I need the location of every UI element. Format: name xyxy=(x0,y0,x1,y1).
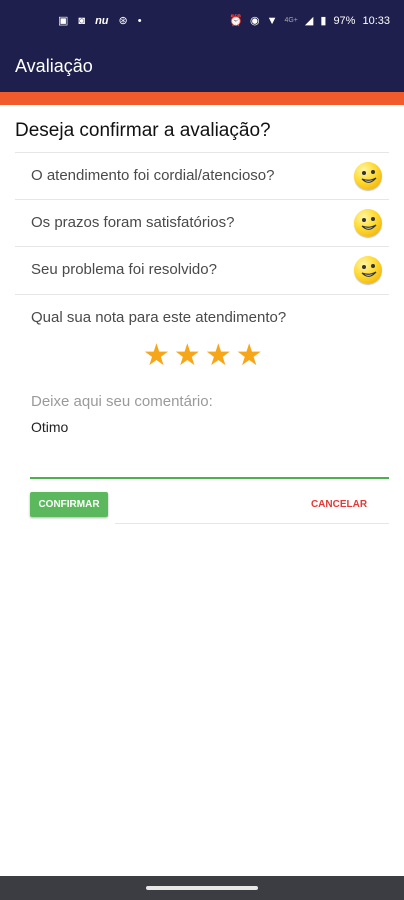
cast-icon: ⊛ xyxy=(118,15,128,27)
navigation-bar xyxy=(0,876,404,900)
signal-icon: ◢ xyxy=(304,15,314,27)
app-notification-icon: ▣ xyxy=(58,15,69,27)
rating-question: Qual sua nota para este atendimento? xyxy=(31,309,287,326)
star-icon[interactable]: ★ xyxy=(205,339,232,373)
wifi-icon: ▼ xyxy=(266,15,278,27)
smiley-icon[interactable] xyxy=(354,256,382,284)
star-rating[interactable]: ★ ★ ★ ★ xyxy=(143,339,263,373)
confirm-button[interactable]: CONFIRMAR xyxy=(30,492,108,517)
clock: 10:33 xyxy=(362,15,390,27)
question-row-cordial: O atendimento foi cordial/atencioso? xyxy=(15,152,389,199)
battery-icon: ▮ xyxy=(320,15,327,27)
comment-field-underline xyxy=(30,477,389,479)
question-label: Seu problema foi resolvido? xyxy=(31,261,217,278)
alarm-icon: ⏰ xyxy=(229,15,243,27)
cancel-button[interactable]: CANCELAR xyxy=(300,492,378,517)
app-bar: Avaliação xyxy=(0,45,404,92)
comment-label: Deixe aqui seu comentário: xyxy=(31,393,213,410)
battery-level: 97% xyxy=(333,15,356,27)
status-left-icons: ▣ ◙ nu ⊛ • xyxy=(58,15,142,27)
comment-field[interactable]: Otimo xyxy=(31,419,68,435)
accent-strip xyxy=(0,92,404,105)
star-icon[interactable]: ★ xyxy=(143,339,170,373)
dot-icon: • xyxy=(137,15,142,27)
eye-icon: ◉ xyxy=(249,15,260,27)
question-label: Os prazos foram satisfatórios? xyxy=(31,214,235,231)
home-gesture-handle[interactable] xyxy=(146,886,258,890)
status-right-icons: ⏰ ◉ ▼ 4G+ ◢ ▮ 97% 10:33 xyxy=(229,15,390,27)
network-type-label: 4G+ xyxy=(284,17,298,24)
star-icon[interactable]: ★ xyxy=(236,339,263,373)
form-heading: Deseja confirmar a avaliação? xyxy=(15,120,271,141)
question-row-prazos: Os prazos foram satisfatórios? xyxy=(15,199,389,246)
smiley-icon[interactable] xyxy=(354,162,382,190)
divider xyxy=(115,523,389,524)
question-row-resolvido: Seu problema foi resolvido? xyxy=(15,246,389,293)
page-title: Avaliação xyxy=(15,56,93,76)
nu-icon: nu xyxy=(95,15,109,27)
star-icon[interactable]: ★ xyxy=(174,339,201,373)
question-label: O atendimento foi cordial/atencioso? xyxy=(31,167,275,184)
game-notification-icon: ◙ xyxy=(78,15,86,27)
rating-section: Qual sua nota para este atendimento? ★ ★… xyxy=(15,294,389,486)
status-bar: ▣ ◙ nu ⊛ • ⏰ ◉ ▼ 4G+ ◢ ▮ 97% 10:33 xyxy=(0,0,404,45)
smiley-icon[interactable] xyxy=(354,209,382,237)
